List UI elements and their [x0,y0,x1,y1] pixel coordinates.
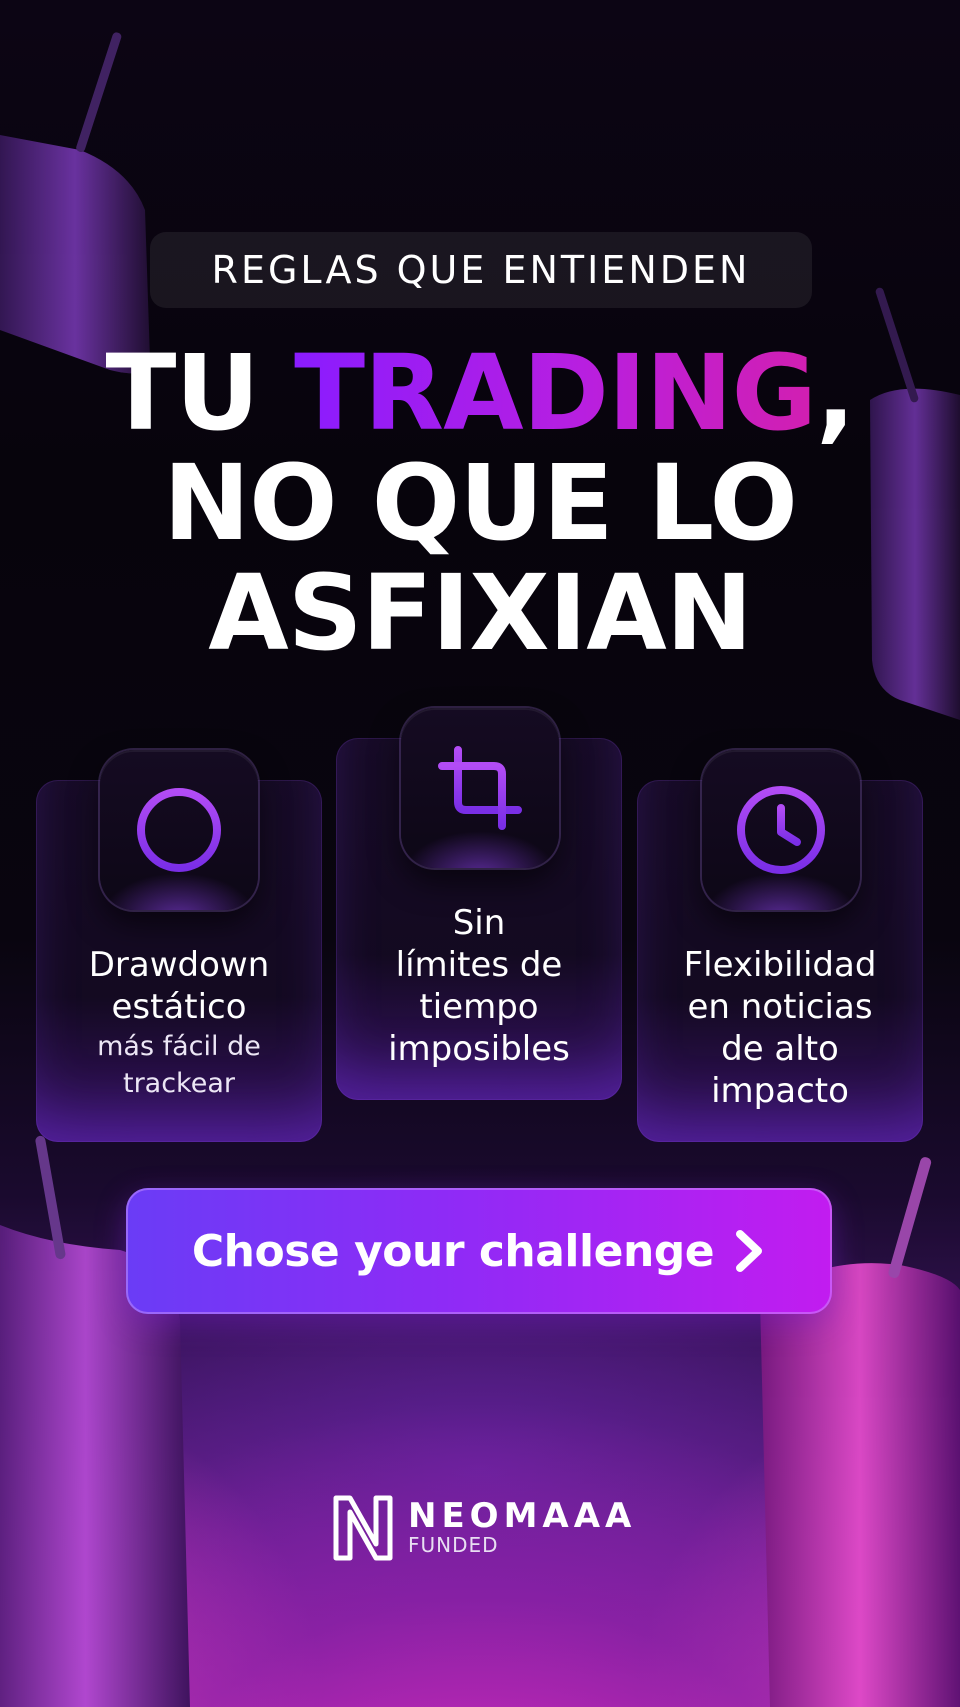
headline-line-2: NO QUE LO [163,442,798,564]
crosshair-icon [133,784,225,876]
brand-logo: NEOMAAA FUNDED [332,1492,636,1562]
brand-wordmark: NEOMAAA FUNDED [408,1498,636,1556]
feature-detail: trackear [122,1068,235,1099]
headline-word: TU [105,332,295,454]
headline-highlight: TRADING [294,332,817,454]
feature-line: impacto [711,1071,849,1111]
headline: TU TRADING, NO QUE LO ASFIXIAN [0,338,960,668]
feature-title: estático [111,987,247,1027]
eyebrow-text: REGLAS QUE ENTIENDEN [211,248,751,292]
clock-icon [737,786,825,874]
feature-line: límites de [395,945,563,985]
clock-icon-tile [702,750,860,910]
neomaaa-logo-icon [333,1495,393,1561]
choose-challenge-button[interactable]: Chose your challenge [126,1188,832,1314]
feature-title: Drawdown [88,945,270,985]
crop-icon-tile [401,708,559,868]
cta-label: Chose your challenge [191,1225,715,1277]
feature-line: tiempo [419,987,539,1027]
feature-text-drawdown: Drawdown estático más fácil de trackear [36,944,322,1102]
headline-line-3: ASFIXIAN [208,552,753,674]
headline-line-1: TU TRADING, [0,338,960,448]
feature-text-time-limits: Sin límites de tiempo imposibles [336,902,622,1070]
crop-icon [438,746,522,830]
feature-text-news: Flexibilidad en noticias de alto impacto [637,944,923,1112]
brand-sub: FUNDED [408,1533,499,1557]
feature-line: en noticias [687,987,873,1027]
feature-detail: más fácil de [97,1031,261,1062]
feature-line: imposibles [388,1029,570,1069]
chevron-right-icon [736,1230,763,1272]
headline-comma: , [816,332,856,454]
feature-line: Flexibilidad [683,945,877,985]
brand-name: NEOMAAA [408,1496,637,1536]
crosshair-icon-tile [100,750,258,910]
feature-line: de alto [721,1029,839,1069]
feature-line: Sin [452,903,506,943]
eyebrow-tag: REGLAS QUE ENTIENDEN [150,232,812,308]
